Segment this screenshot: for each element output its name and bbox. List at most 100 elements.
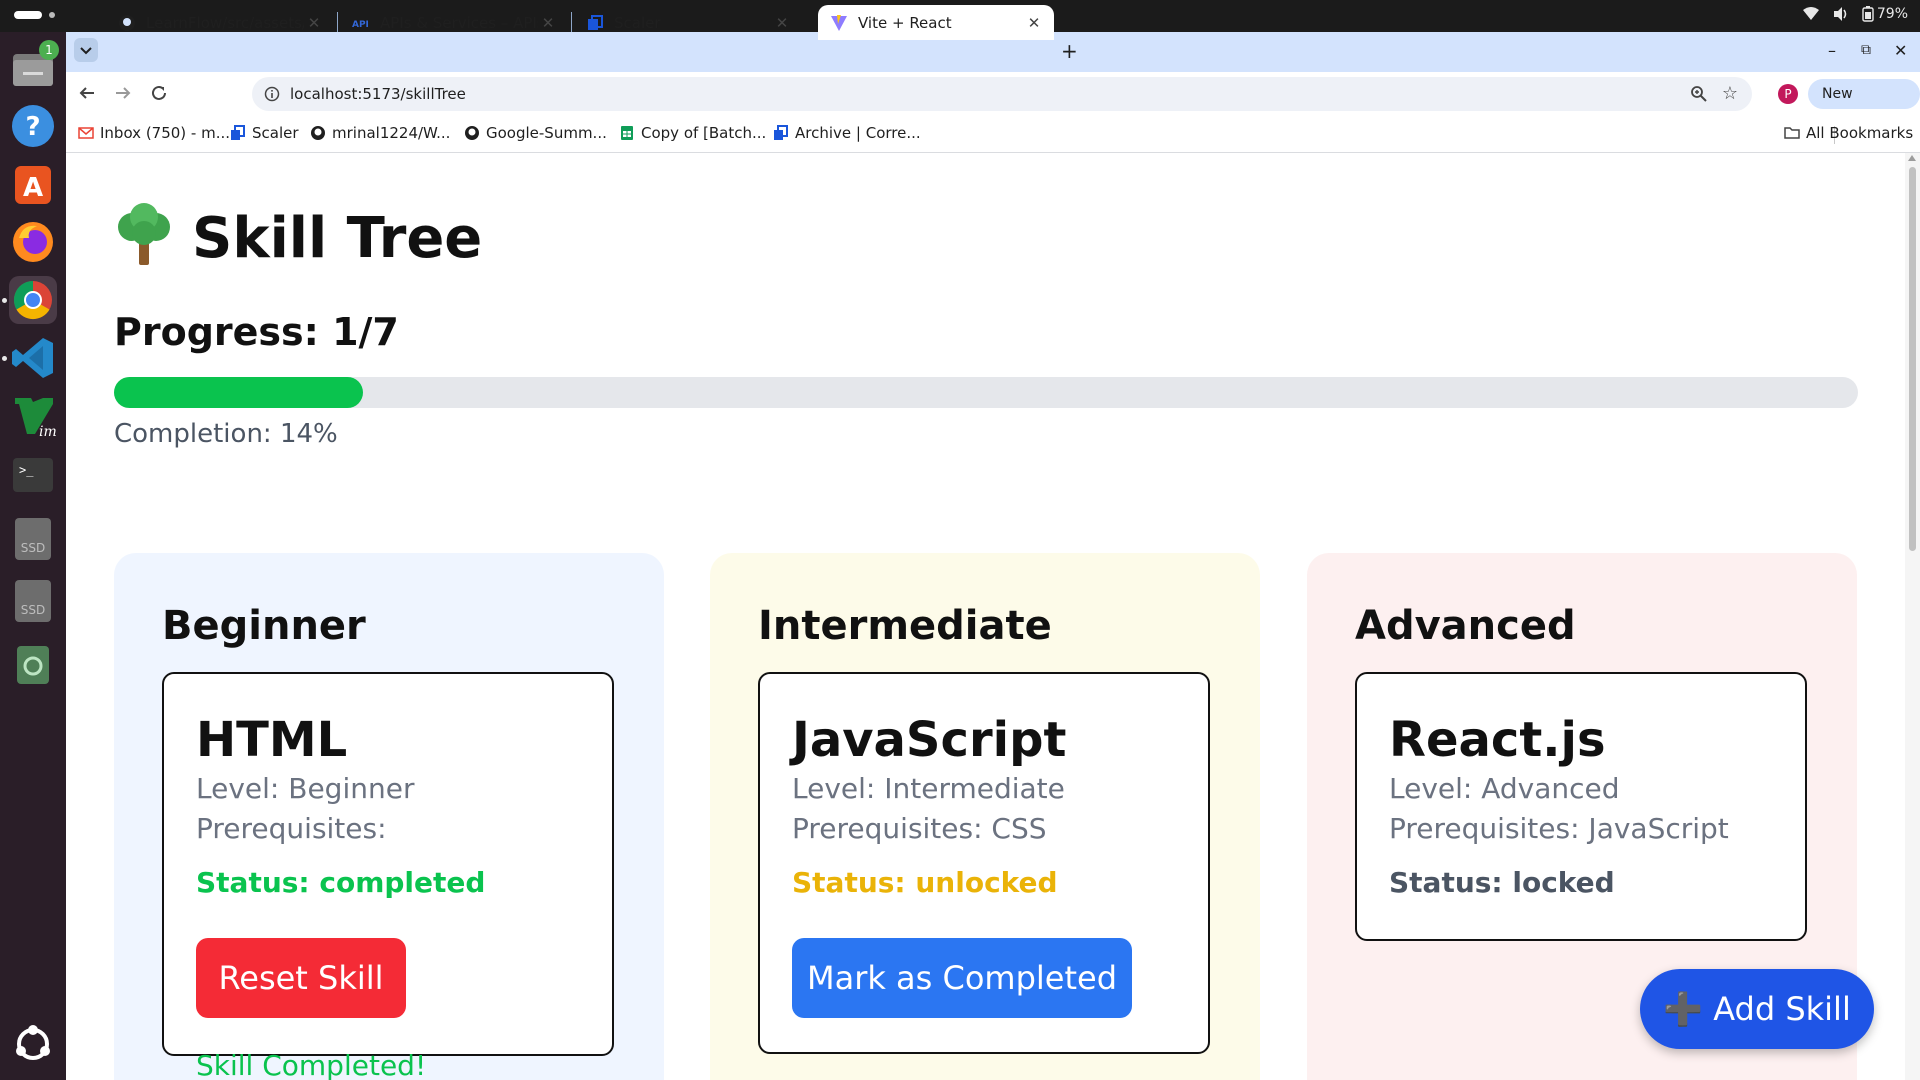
page-title: Skill Tree — [114, 203, 482, 271]
tab-vite-react[interactable]: Vite + React ✕ — [818, 5, 1054, 40]
all-bookmarks-button[interactable]: All Bookmarks — [1784, 124, 1913, 142]
reload-icon — [152, 85, 166, 100]
close-tab-icon[interactable]: ✕ — [304, 14, 324, 32]
bookmark-google-summ[interactable]: Google-Summ... — [464, 124, 607, 142]
vim-icon[interactable]: im — [9, 392, 57, 440]
skill-prerequisites: Prerequisites: JavaScript — [1389, 812, 1729, 845]
app-center-icon[interactable]: A — [9, 160, 57, 208]
bookmark-inbox[interactable]: Inbox (750) - m... — [78, 124, 230, 142]
column-title: Intermediate — [758, 603, 1052, 649]
forward-button[interactable] — [114, 84, 132, 107]
battery-percentage: 79% — [1876, 6, 1908, 22]
close-tab-icon[interactable]: ✕ — [538, 14, 558, 32]
help-app-icon[interactable]: ? — [9, 102, 57, 150]
tab-learnflow[interactable]: LearnFlow/src/assets/re ✕ — [106, 5, 334, 40]
tab-title: LearnFlow/src/assets/re — [146, 13, 304, 32]
notification-badge: 1 — [39, 40, 59, 60]
show-apps-icon[interactable] — [9, 1020, 57, 1068]
site-info-icon[interactable] — [264, 86, 280, 102]
reload-button[interactable] — [150, 84, 168, 107]
tab-title: APIs & Services – APIs & S — [380, 13, 538, 32]
column-beginner: Beginner HTML Level: Beginner Prerequisi… — [114, 553, 664, 1080]
skill-name: React.js — [1389, 712, 1606, 768]
volume-icon — [1833, 7, 1847, 21]
trash-icon[interactable] — [9, 640, 57, 688]
new-chrome-available-button[interactable]: New Chrome available ⋮ — [1808, 79, 1920, 192]
tab-title: Scaler — [614, 13, 661, 32]
page-scrollbar[interactable] — [1905, 153, 1920, 1080]
address-bar[interactable]: localhost:5173/skillTree ☆ — [252, 77, 1752, 111]
tab-search-button[interactable] — [74, 38, 98, 62]
close-tab-icon[interactable]: ✕ — [1024, 14, 1044, 32]
close-tab-icon[interactable]: ✕ — [772, 14, 792, 32]
tree-emoji-icon — [118, 203, 170, 265]
bookmark-label: Archive | Corre... — [795, 124, 921, 142]
scroll-up-arrow-icon[interactable] — [1908, 155, 1916, 161]
all-bookmarks-label: All Bookmarks — [1806, 124, 1914, 142]
system-tray[interactable]: 79% — [1802, 6, 1908, 22]
new-tab-button[interactable]: + — [1061, 39, 1078, 63]
skill-level: Level: Advanced — [1389, 772, 1620, 805]
github-icon — [119, 14, 135, 31]
skill-completed-message: Skill Completed! — [196, 1049, 427, 1080]
bookmark-label: Copy of [Batch... — [641, 124, 767, 142]
chrome-icon[interactable] — [2, 276, 57, 324]
tab-apis-services[interactable]: API APIs & Services – APIs & S ✕ — [340, 5, 568, 40]
bookmark-label: Inbox (750) - m... — [100, 124, 231, 142]
skill-name: JavaScript — [792, 712, 1067, 768]
forward-arrow-icon — [116, 87, 131, 99]
bookmark-label: mrinal1224/W... — [332, 124, 451, 142]
mark-as-completed-button[interactable]: Mark as Completed — [792, 938, 1132, 1018]
skill-level: Level: Intermediate — [792, 772, 1065, 805]
reset-skill-button[interactable]: Reset Skill — [196, 938, 406, 1018]
firefox-icon[interactable] — [9, 218, 57, 266]
bookmark-mrinal[interactable]: mrinal1224/W... — [310, 124, 450, 142]
minimize-button[interactable]: – — [1828, 41, 1836, 60]
page-viewport: Skill Tree Progress: 1/7 Completion: 14%… — [66, 153, 1920, 1080]
scrollbar-thumb[interactable] — [1909, 167, 1916, 551]
skill-level: Level: Beginner — [196, 772, 415, 805]
tab-separator — [571, 12, 572, 32]
bookmarks-bar: Inbox (750) - m... Scaler mrinal1224/W..… — [66, 116, 1920, 153]
github-icon — [465, 126, 479, 140]
browser-toolbar: localhost:5173/skillTree ☆ P New Chrome … — [66, 72, 1920, 192]
progress-label: Progress: 1/7 — [114, 310, 399, 354]
terminal-icon[interactable]: >_ — [9, 450, 57, 498]
zoom-icon[interactable] — [1690, 85, 1708, 103]
tab-separator — [337, 12, 338, 32]
bookmark-archive[interactable]: Archive | Corre... — [773, 124, 921, 142]
bookmark-label: Google-Summ... — [486, 124, 607, 142]
svg-text:SSD: SSD — [21, 603, 45, 617]
bookmark-star-icon[interactable]: ☆ — [1722, 83, 1738, 104]
page-title-text: Skill Tree — [192, 206, 483, 271]
sheets-icon — [621, 126, 633, 140]
files-app-icon[interactable]: 1 — [9, 40, 59, 92]
tab-scaler[interactable]: Scaler ✕ — [574, 5, 802, 40]
ssd-drive-icon[interactable]: SSD — [9, 514, 57, 562]
skill-status: Status: locked — [1389, 866, 1615, 899]
bookmark-label: Scaler — [252, 124, 299, 142]
vscode-icon[interactable] — [2, 334, 57, 382]
github-icon — [311, 126, 325, 140]
wifi-icon — [1802, 7, 1819, 20]
skill-status: Status: completed — [196, 866, 486, 899]
ssd-drive-icon[interactable]: SSD — [9, 576, 57, 624]
svg-text:im: im — [39, 424, 57, 440]
chevron-down-icon — [80, 47, 92, 55]
api-icon: API — [352, 20, 369, 30]
progress-bar-fill — [114, 377, 363, 408]
skill-prerequisites: Prerequisites: — [196, 812, 387, 845]
svg-text:>_: >_ — [19, 463, 34, 477]
progress-bar — [114, 377, 1858, 408]
dock: 1 ? A im >_ SSD SSD — [0, 32, 66, 1080]
bookmark-copy-of-batch[interactable]: Copy of [Batch... — [619, 124, 766, 142]
tab-title: Vite + React — [858, 13, 952, 32]
completion-label: Completion: 14% — [114, 419, 338, 449]
close-window-button[interactable]: ✕ — [1894, 41, 1907, 60]
back-button[interactable] — [78, 84, 96, 107]
bookmark-scaler[interactable]: Scaler — [230, 124, 299, 142]
profile-avatar[interactable]: P — [1778, 84, 1798, 104]
vite-icon — [831, 14, 847, 31]
maximize-button[interactable]: ⧉ — [1861, 42, 1871, 58]
add-skill-button[interactable]: ➕ Add Skill — [1640, 969, 1874, 1049]
